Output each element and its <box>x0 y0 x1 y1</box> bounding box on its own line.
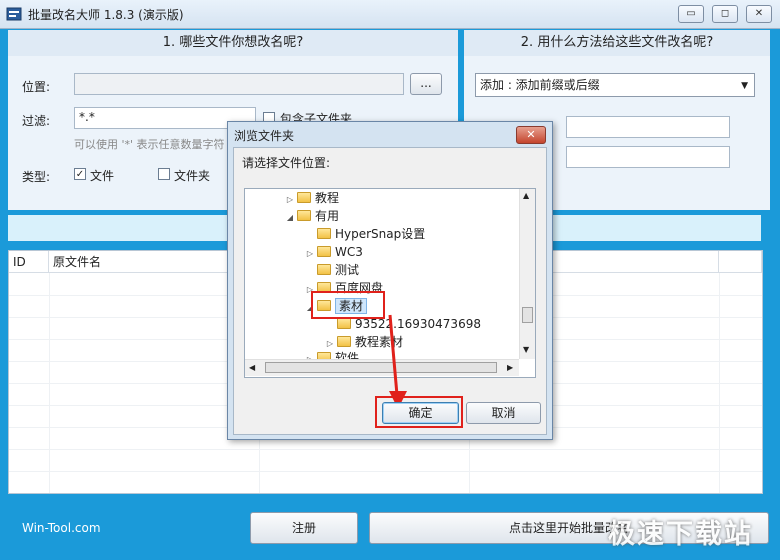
panel-header-files: 1. 哪些文件你想改名呢? <box>8 30 458 56</box>
highlight-box <box>311 291 385 319</box>
folder-icon <box>297 192 311 203</box>
folder-icon <box>337 336 351 347</box>
method-select[interactable]: 添加 : 添加前缀或后缀 ▼ <box>475 73 755 97</box>
cancel-button[interactable]: 取消 <box>466 402 541 424</box>
folder-icon <box>317 352 331 359</box>
scroll-up-icon[interactable]: ▲ <box>523 191 529 200</box>
column-header-id[interactable]: ID <box>9 251 49 273</box>
brand-link[interactable]: Win-Tool.com <box>22 521 101 535</box>
method-select-value: 添加 : 添加前缀或后缀 <box>480 78 600 92</box>
ok-button[interactable]: 确定 <box>382 402 459 424</box>
tree-node-label: WC3 <box>335 245 363 259</box>
tree-node-label: HyperSnap设置 <box>335 227 426 241</box>
tree-node-label: 教程 <box>315 191 340 205</box>
tree-node-jiaocheng[interactable]: ▷ 教程 <box>285 189 339 207</box>
tree-node-ruanjian[interactable]: ▷ 软件 <box>305 349 359 359</box>
type-folder-label: 文件夹 <box>174 169 211 183</box>
collapse-icon[interactable]: ◢ <box>285 209 295 227</box>
tree-node-youyong[interactable]: ◢ 有用 <box>285 207 339 225</box>
type-file-label: 文件 <box>90 169 115 183</box>
location-input[interactable] <box>74 73 404 95</box>
folder-icon <box>337 318 351 329</box>
tree-node-label: 有用 <box>315 209 340 223</box>
chevron-down-icon: ▼ <box>741 81 748 91</box>
horizontal-scrollbar-thumb[interactable] <box>265 362 497 373</box>
restore-button[interactable]: ◻ <box>712 5 738 23</box>
register-button[interactable]: 注册 <box>250 512 358 544</box>
prefix-input[interactable] <box>566 116 730 138</box>
dialog-close-button[interactable]: ✕ <box>516 126 546 144</box>
tree-node-ceshi[interactable]: 测试 <box>305 261 359 279</box>
browse-button[interactable]: ... <box>410 73 442 95</box>
tree-node-wc3[interactable]: ▷ WC3 <box>305 243 363 261</box>
scroll-down-icon[interactable]: ▼ <box>523 345 529 354</box>
window-title: 批量改名大师 1.8.3 (演示版) <box>28 8 184 22</box>
title-bar: 批量改名大师 1.8.3 (演示版) ▭ ◻ ✕ <box>0 0 780 29</box>
type-folder-checkbox[interactable] <box>158 168 170 180</box>
folder-icon <box>317 246 331 257</box>
scroll-right-icon[interactable]: ▶ <box>507 363 513 372</box>
watermark: 极速下载站 <box>608 519 753 550</box>
dialog-title: 浏览文件夹 <box>234 129 295 143</box>
scroll-left-icon[interactable]: ◀ <box>249 363 255 372</box>
folder-icon <box>317 228 331 239</box>
vertical-scrollbar[interactable]: ▲ ▼ <box>519 189 535 359</box>
type-label: 类型: <box>22 170 51 184</box>
table-row <box>9 449 762 450</box>
app-icon <box>6 6 22 22</box>
tree-node-hypersnap[interactable]: HyperSnap设置 <box>305 225 425 243</box>
dialog-prompt: 请选择文件位置: <box>242 156 331 170</box>
table-row <box>9 471 762 472</box>
column-header-blank-3[interactable] <box>719 251 762 273</box>
horizontal-scrollbar[interactable]: ◀ ▶ <box>245 359 519 376</box>
location-label: 位置: <box>22 80 51 94</box>
filter-label: 过滤: <box>22 114 51 128</box>
panel-header-method: 2. 用什么方法给这些文件改名呢? <box>464 30 770 56</box>
filter-hint: 可以使用 '*' 表示任意数量字符 <box>74 138 225 151</box>
folder-icon <box>297 210 311 221</box>
scrollbar-thumb[interactable] <box>522 307 533 323</box>
close-button[interactable]: ✕ <box>746 5 772 23</box>
minimize-button[interactable]: ▭ <box>678 5 704 23</box>
suffix-input[interactable] <box>566 146 730 168</box>
folder-icon <box>317 264 331 275</box>
browse-folder-dialog: 浏览文件夹 ✕ 请选择文件位置: ▷ 教程 ◢ 有用 HyperSnap设置 ▷ WC… <box>227 121 553 440</box>
tree-node-label: 93522.16930473698 <box>355 317 481 331</box>
tree-node-label: 测试 <box>335 263 360 277</box>
type-file-checkbox[interactable]: ✓ <box>74 168 86 180</box>
dialog-body: 请选择文件位置: ▷ 教程 ◢ 有用 HyperSnap设置 ▷ WC3 测试 ▷ 百度… <box>233 147 547 435</box>
expand-icon[interactable]: ▷ <box>305 351 315 359</box>
tree-node-label: 软件 <box>335 351 360 359</box>
